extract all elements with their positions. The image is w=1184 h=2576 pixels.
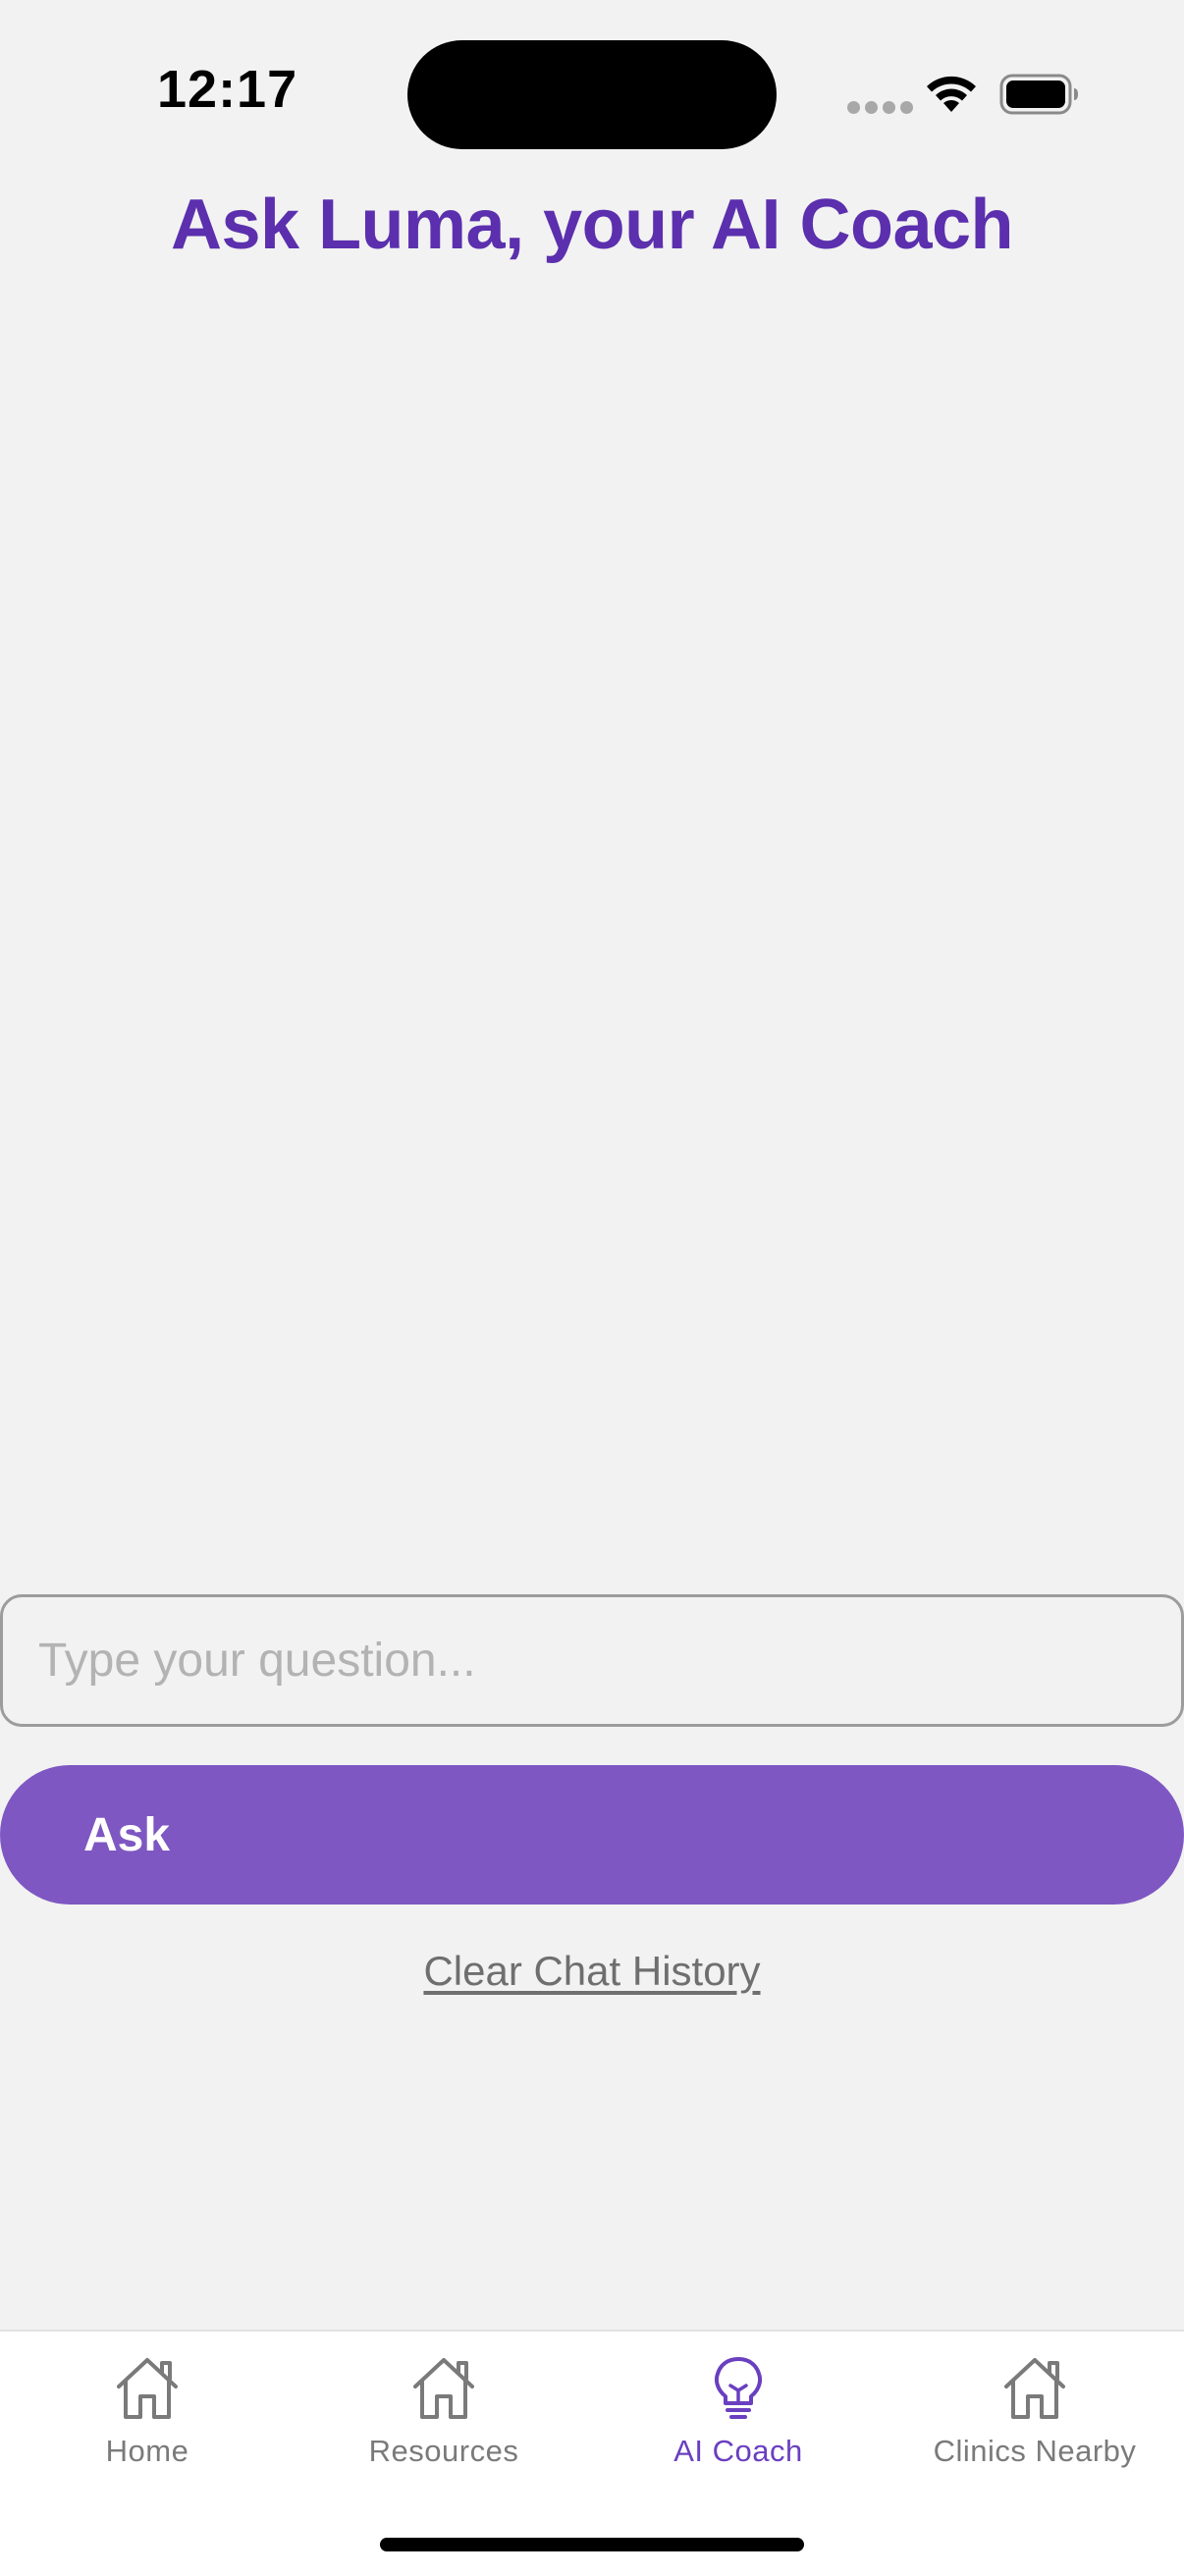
house-icon [413, 2358, 474, 2419]
tab-label: Home [105, 2434, 189, 2468]
home-indicator [380, 2538, 804, 2551]
wifi-icon [927, 76, 976, 112]
status-time: 12:17 [157, 60, 298, 119]
dynamic-island [407, 40, 777, 149]
clear-chat-history-link[interactable]: Clear Chat History [0, 1948, 1184, 1995]
cellular-signal-icon [847, 101, 913, 114]
tab-label: Clinics Nearby [933, 2434, 1137, 2468]
tab-label: Resources [368, 2434, 519, 2468]
tab-home[interactable]: Home [0, 2351, 295, 2498]
house-icon [117, 2358, 178, 2419]
house-icon [1004, 2358, 1065, 2419]
tab-resources[interactable]: Resources [296, 2351, 591, 2498]
tab-ai-coach[interactable]: AI Coach [591, 2351, 886, 2498]
chat-message-area [0, 295, 1184, 1571]
page-title: Ask Luma, your AI Coach [170, 186, 1014, 264]
ask-button[interactable]: Ask [0, 1765, 1184, 1905]
tab-label: AI Coach [673, 2434, 803, 2468]
tab-clinics-nearby[interactable]: Clinics Nearby [888, 2351, 1182, 2498]
question-input[interactable] [0, 1594, 1184, 1727]
lightbulb-icon [715, 2357, 762, 2419]
battery-icon [999, 74, 1078, 115]
